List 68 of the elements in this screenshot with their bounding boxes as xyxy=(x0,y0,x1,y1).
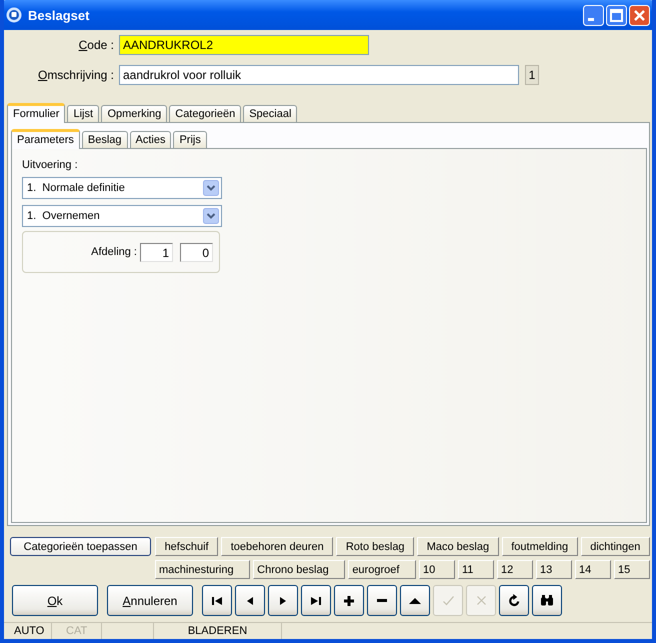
dropdown[interactable]: 1. Normale definitie xyxy=(22,177,222,199)
category-button[interactable]: 15 xyxy=(614,560,650,579)
category-button[interactable]: machinesturing xyxy=(155,560,250,579)
field-label: Uitvoering : xyxy=(22,159,78,171)
app-icon xyxy=(6,7,22,23)
close-icon[interactable] xyxy=(629,4,650,26)
status-text: CAT xyxy=(52,623,102,639)
category-button[interactable]: Chrono beslag xyxy=(253,560,346,579)
binoculars-icon xyxy=(541,595,553,606)
number-field[interactable]: 1 xyxy=(140,242,173,262)
last-record-icon xyxy=(311,596,321,604)
cross-icon xyxy=(476,596,486,605)
category-button[interactable]: hefschuif xyxy=(155,537,218,556)
tab[interactable]: Categorieën xyxy=(169,105,242,122)
cancel-button[interactable]: Annuleren xyxy=(107,585,193,616)
binoculars-button[interactable] xyxy=(532,585,562,616)
previous-icon xyxy=(247,596,253,604)
status-text: AUTO xyxy=(4,623,52,639)
minus-button[interactable] xyxy=(367,585,397,616)
category-button[interactable]: 14 xyxy=(574,560,611,579)
field-label: Code : xyxy=(78,38,115,52)
tab[interactable]: Acties xyxy=(130,131,172,148)
category-button[interactable]: 10 xyxy=(418,560,455,579)
number-field[interactable]: 0 xyxy=(180,242,213,262)
last-record-button[interactable] xyxy=(301,585,331,616)
status-text: BLADEREN xyxy=(154,623,282,639)
code-field[interactable]: AANDRUKROL2 xyxy=(119,35,369,55)
first-record-icon xyxy=(212,596,222,604)
category-button[interactable]: toebehoren deuren xyxy=(221,537,334,556)
window-title: Beslagset xyxy=(28,8,90,22)
previous-button[interactable] xyxy=(235,585,265,616)
plus-icon xyxy=(344,596,354,606)
plus-button[interactable] xyxy=(334,585,364,616)
category-button[interactable]: eurogroef xyxy=(348,560,416,579)
minus-icon xyxy=(377,599,387,602)
up-arrow-icon xyxy=(409,598,421,604)
description-field[interactable]: aandrukrol voor rolluik xyxy=(119,65,519,85)
apply-button[interactable]: Categorieën toepassen xyxy=(10,537,151,556)
refresh-button[interactable] xyxy=(499,585,529,616)
category-button[interactable]: 12 xyxy=(496,560,533,579)
maximize-icon[interactable] xyxy=(606,4,627,26)
category-button[interactable]: 13 xyxy=(536,560,572,579)
next-button[interactable] xyxy=(268,585,298,616)
checkmark-icon xyxy=(442,596,454,605)
field-label: Afdeling : xyxy=(91,246,137,258)
next-icon xyxy=(280,596,286,604)
minimize-icon[interactable] xyxy=(583,4,604,26)
field-label: Omschrijving : xyxy=(36,68,115,82)
up-arrow-button[interactable] xyxy=(400,585,430,616)
tab[interactable]: Beslag xyxy=(82,131,128,148)
tab[interactable]: Parameters xyxy=(11,129,80,149)
counter-badge: 1 xyxy=(525,65,539,85)
tab[interactable]: Lijst xyxy=(67,105,100,122)
tab[interactable]: Prijs xyxy=(173,131,207,148)
category-button[interactable]: 11 xyxy=(458,560,494,579)
dropdown[interactable]: 1. Overnemen xyxy=(22,205,222,227)
chevron-down-icon[interactable] xyxy=(203,180,219,196)
refresh-icon xyxy=(508,594,520,607)
tab[interactable]: Speciaal xyxy=(243,105,298,122)
first-record-button[interactable] xyxy=(202,585,232,616)
chevron-down-icon[interactable] xyxy=(203,208,219,224)
category-button[interactable]: foutmelding xyxy=(502,537,578,556)
category-button[interactable]: Roto beslag xyxy=(336,537,414,556)
tab[interactable]: Formulier xyxy=(7,103,66,123)
category-button[interactable]: Maco beslag xyxy=(417,537,499,556)
category-button[interactable]: dichtingen xyxy=(580,537,650,556)
ok-button[interactable]: Ok xyxy=(12,585,98,616)
tab[interactable]: Opmerking xyxy=(101,105,168,122)
